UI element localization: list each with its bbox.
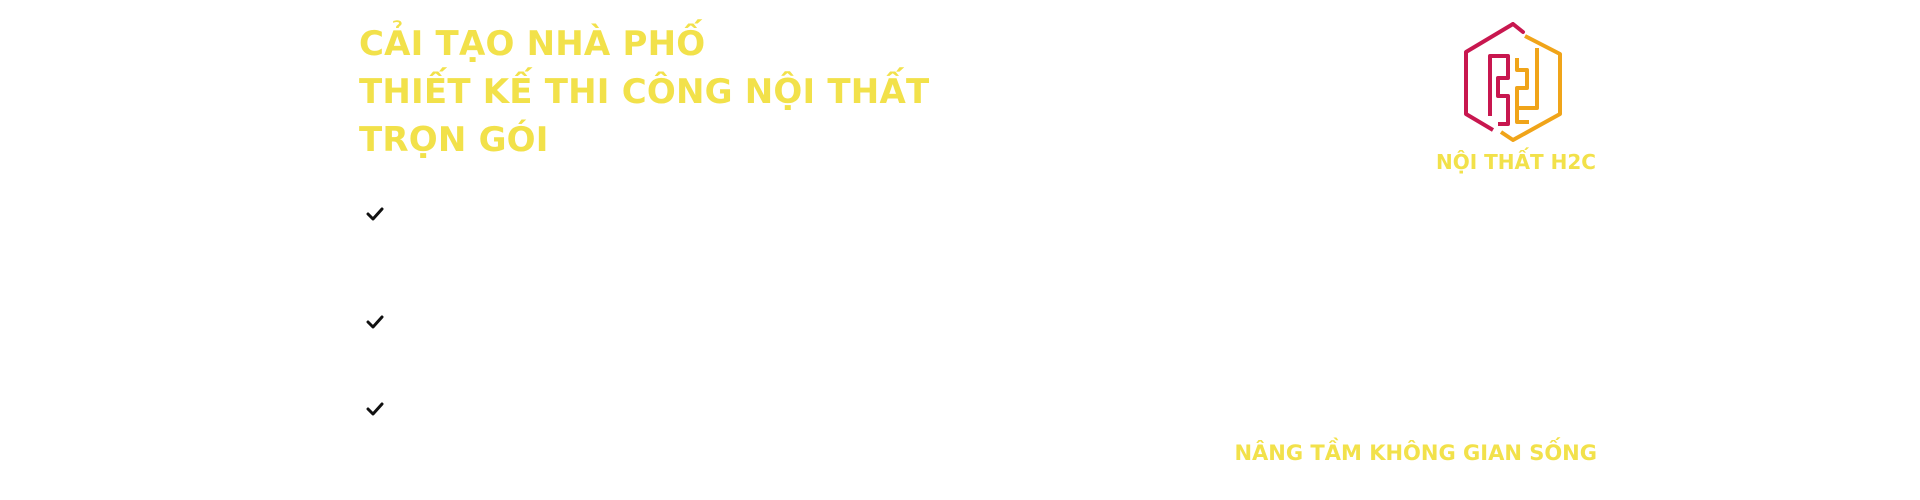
check-icon bbox=[366, 315, 384, 329]
brand-name: NỘI THẤT H2C bbox=[1436, 150, 1596, 174]
checklist-item bbox=[365, 204, 385, 224]
headline-line-2: THIẾT KẾ THI CÔNG NỘI THẤT bbox=[359, 72, 930, 112]
headline: CẢI TẠO NHÀ PHỐ THIẾT KẾ THI CÔNG NỘI TH… bbox=[359, 20, 929, 164]
headline-line-1: CẢI TẠO NHÀ PHỐ bbox=[359, 24, 706, 64]
headline-line-3: TRỌN GÓI bbox=[359, 120, 549, 160]
brand-tagline: NÂNG TẦM KHÔNG GIAN SỐNG bbox=[1234, 441, 1597, 465]
brand-logo bbox=[1455, 22, 1571, 142]
checklist-item bbox=[365, 399, 385, 419]
checklist-item bbox=[365, 312, 385, 332]
check-icon bbox=[366, 207, 384, 221]
h2c-hexagon-logo-icon bbox=[1464, 22, 1562, 142]
check-icon bbox=[366, 402, 384, 416]
